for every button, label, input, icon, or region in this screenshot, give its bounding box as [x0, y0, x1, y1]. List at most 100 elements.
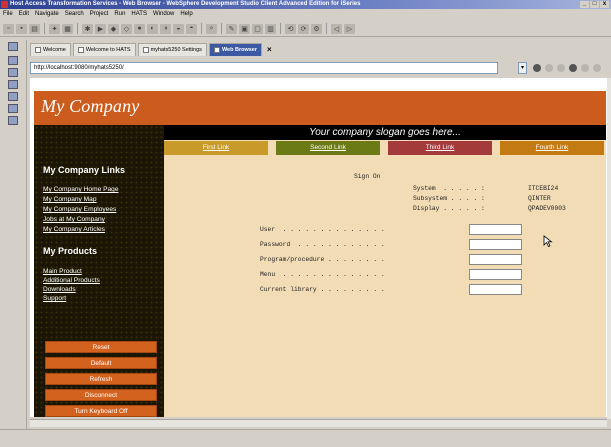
save-icon[interactable]: ▪ [16, 23, 27, 34]
wizard-icon[interactable]: ◆ [108, 23, 119, 34]
perspective-icon[interactable] [8, 80, 18, 89]
company-title: My Company [41, 96, 140, 116]
forward-nav-icon[interactable]: ⟳ [298, 23, 309, 34]
toolbar-divider [201, 23, 202, 34]
program-field[interactable] [469, 254, 522, 265]
user-field[interactable] [469, 224, 522, 235]
globe-icon [213, 47, 220, 53]
back-icon[interactable] [545, 64, 553, 72]
keyboard-toggle-button[interactable]: Turn Keyboard Off [45, 405, 157, 417]
perspective-icon[interactable] [8, 116, 18, 125]
chevron-down-icon[interactable]: ▾ [518, 62, 527, 74]
menu-run[interactable]: Run [114, 10, 125, 19]
link-support[interactable]: Support [43, 295, 66, 302]
mouse-cursor-icon [543, 235, 553, 247]
forward-icon[interactable]: ▷ [344, 23, 355, 34]
macro-icon[interactable]: ● [134, 23, 145, 34]
perspective-icon[interactable] [8, 42, 18, 51]
nav-second-link[interactable]: Second Link [276, 141, 380, 155]
menu-file[interactable]: File [3, 10, 13, 19]
menu-project[interactable]: Project [90, 10, 109, 19]
perspective-icon[interactable] [8, 56, 18, 65]
tab-welcome[interactable]: Welcome [30, 43, 71, 56]
menu-help[interactable]: Help [180, 10, 192, 19]
menu-window[interactable]: Window [153, 10, 174, 19]
signon-title: Sign On [354, 173, 381, 180]
vertical-scrollbar[interactable] [607, 78, 611, 419]
browser-content: My Company Your company slogan goes here… [30, 78, 607, 417]
main-toolbar: ▫ ▪ ▤ ✦ ▦ ✱ ▶ ◆ ◇ ● ◐ ◑ ◒ ◓ ⌕ ✎ ▣ ▢ ▥ ⟲ … [0, 21, 611, 37]
program-label: Program/procedure . . . . . . . . [260, 256, 385, 263]
menu-hats[interactable]: HATS [131, 10, 147, 19]
hats-icon[interactable]: ✦ [49, 23, 60, 34]
toolbar-divider [77, 23, 78, 34]
link-company-articles[interactable]: My Company Articles [43, 226, 105, 233]
perspective-icon[interactable] [8, 104, 18, 113]
refresh-button[interactable]: Refresh [45, 373, 157, 385]
component-icon[interactable]: ◑ [160, 23, 171, 34]
slogan: Your company slogan goes here... [309, 127, 461, 138]
forward-icon[interactable] [557, 64, 565, 72]
default-button[interactable]: Default [45, 357, 157, 369]
menu-label: Menu . . . . . . . . . . . . . . [260, 271, 385, 278]
template-icon[interactable]: ◓ [186, 23, 197, 34]
menu-edit[interactable]: Edit [19, 10, 29, 19]
close-tab-icon[interactable]: × [264, 43, 275, 56]
tab-web-browser[interactable]: Web Browser [208, 43, 262, 56]
close-window-button[interactable]: x [600, 1, 609, 8]
print-icon[interactable]: ▤ [29, 23, 40, 34]
menu-bar: File Edit Navigate Search Project Run HA… [0, 10, 611, 19]
nav-first-link[interactable]: First Link [164, 141, 268, 155]
link-main-product[interactable]: Main Product [43, 268, 82, 275]
system-label: System . . . . . : [413, 185, 485, 192]
transform-icon[interactable]: ◇ [121, 23, 132, 34]
debug-icon[interactable]: ✱ [82, 23, 93, 34]
layout-icon[interactable]: ▥ [265, 23, 276, 34]
event-icon[interactable]: ◐ [147, 23, 158, 34]
link-company-home[interactable]: My Company Home Page [43, 186, 119, 193]
app-icon [1, 1, 8, 8]
link-company-map[interactable]: My Company Map [43, 196, 97, 203]
display-label: Display . . . . . : [413, 205, 485, 212]
nav-fourth-link[interactable]: Fourth Link [500, 141, 604, 155]
edit-icon[interactable]: ✎ [226, 23, 237, 34]
link-icon[interactable]: ⟲ [285, 23, 296, 34]
link-jobs[interactable]: Jobs at My Company [43, 216, 105, 223]
link-company-employees[interactable]: My Company Employees [43, 206, 116, 213]
new-icon[interactable]: ▫ [3, 23, 14, 34]
perspective-icon[interactable] [8, 92, 18, 101]
go-icon[interactable] [533, 64, 541, 72]
products-heading: My Products [43, 246, 98, 256]
stop-icon[interactable] [569, 64, 577, 72]
view-icon[interactable]: ▢ [252, 23, 263, 34]
subsystem-value: QINTER [528, 195, 551, 202]
link-additional-products[interactable]: Additional Products [43, 277, 100, 284]
tab-settings[interactable]: myhats5250 Settings [137, 43, 207, 56]
password-field[interactable] [469, 239, 522, 250]
url-input[interactable]: http://localhost:9080/myhats5250/ [30, 62, 498, 74]
widget-icon[interactable]: ◒ [173, 23, 184, 34]
menu-search[interactable]: Search [65, 10, 84, 19]
menu-field[interactable] [469, 269, 522, 280]
screen-icon[interactable]: ▦ [62, 23, 73, 34]
disconnect-button[interactable]: Disconnect [45, 389, 157, 401]
back-icon[interactable]: ◁ [331, 23, 342, 34]
link-downloads[interactable]: Downloads [43, 286, 76, 293]
print-icon[interactable] [593, 64, 601, 72]
system-value: ITCEBI24 [528, 185, 559, 192]
library-field[interactable] [469, 284, 522, 295]
nav-third-link[interactable]: Third Link [388, 141, 492, 155]
gear-icon[interactable]: ⚙ [311, 23, 322, 34]
perspective-icon[interactable] [8, 68, 18, 77]
minimize-button[interactable]: _ [580, 1, 589, 8]
refresh-icon[interactable] [581, 64, 589, 72]
horizontal-scrollbar[interactable] [30, 419, 607, 427]
maximize-button[interactable]: □ [590, 1, 599, 8]
menu-navigate[interactable]: Navigate [35, 10, 59, 19]
main-area: First Link Second Link Third Link Fourth… [164, 140, 606, 417]
run-icon[interactable]: ▶ [95, 23, 106, 34]
reset-button[interactable]: Reset [45, 341, 157, 353]
tab-welcome-to-hats[interactable]: Welcome to HATS [72, 43, 136, 56]
search-icon[interactable]: ⌕ [206, 23, 217, 34]
open-icon[interactable]: ▣ [239, 23, 250, 34]
